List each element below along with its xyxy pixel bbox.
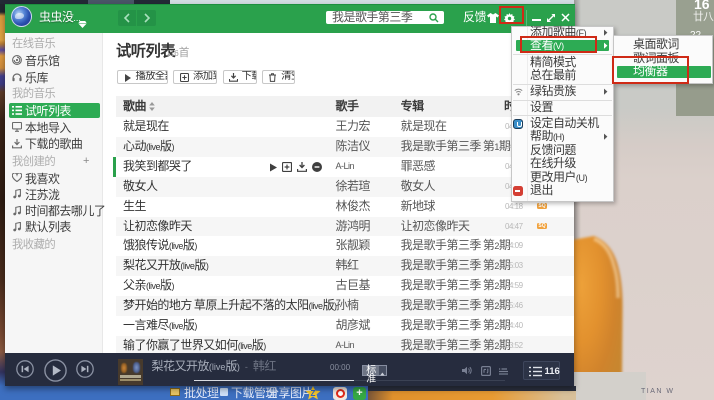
svg-text:Z: Z	[311, 389, 316, 398]
